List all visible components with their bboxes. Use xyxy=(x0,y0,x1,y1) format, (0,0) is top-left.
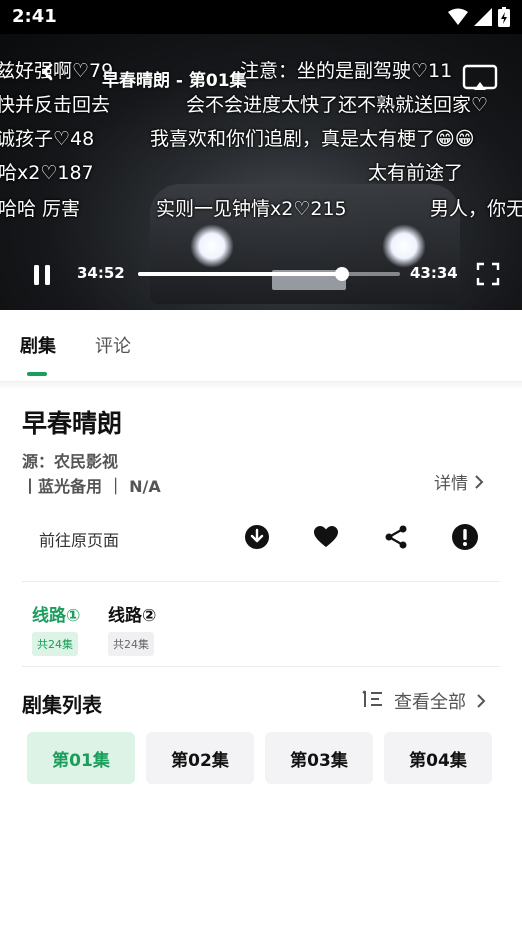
detail-link[interactable]: 详情 xyxy=(434,469,484,494)
download-icon[interactable] xyxy=(242,522,272,552)
route-episode-count: 共24集 xyxy=(32,632,78,656)
status-time: 2:41 xyxy=(12,6,57,27)
route-option-1[interactable]: 线路① 共24集 xyxy=(32,601,80,656)
route-name: 线路② xyxy=(108,606,157,626)
danmaku-comment: 太有前途了 xyxy=(368,162,464,184)
report-icon[interactable] xyxy=(450,522,480,552)
action-row: 前往原页面 xyxy=(0,512,522,562)
danmaku-comment: 实则一见钟情x2♡215 xyxy=(156,198,347,220)
progress-thumb[interactable] xyxy=(335,267,350,281)
episode-button[interactable]: 第03集 xyxy=(265,732,373,784)
pause-icon[interactable] xyxy=(32,264,52,290)
sort-order-icon[interactable] xyxy=(362,689,384,714)
battery-icon xyxy=(498,7,510,27)
danmaku-comment: 快并反击回去 xyxy=(0,94,111,116)
chevron-right-icon xyxy=(475,474,484,489)
route-option-2[interactable]: 线路② 共24集 xyxy=(108,601,156,656)
episode-list-title: 剧集列表 xyxy=(22,693,102,717)
current-time: 34:52 xyxy=(77,264,125,282)
divider xyxy=(22,581,500,582)
danmaku-comment: 哈x2♡187 xyxy=(0,162,94,184)
wifi-icon xyxy=(448,8,468,25)
tab-comments[interactable]: 评论 xyxy=(95,332,131,358)
drama-title: 早春晴朗 xyxy=(22,409,123,438)
heart-icon[interactable] xyxy=(311,522,341,552)
drama-source: 源：农民影视 xyxy=(22,452,119,471)
danmaku-comment: 我喜欢和你们追剧，真是太有梗了😁😁 xyxy=(150,128,475,150)
progress-fill xyxy=(138,272,343,276)
progress-slider[interactable] xyxy=(138,267,400,281)
back-icon[interactable] xyxy=(38,62,58,86)
tab-episodes[interactable]: 剧集 xyxy=(20,332,56,358)
episode-button[interactable]: 第04集 xyxy=(384,732,492,784)
status-icons xyxy=(448,7,510,27)
danmaku-comment: 会不会进度太快了还不熟就送回家♡ xyxy=(186,94,489,116)
divider xyxy=(22,666,500,667)
danmaku-comment: 诚孩子♡48 xyxy=(0,128,95,150)
chevron-right-icon xyxy=(477,694,486,708)
view-all-link[interactable]: 查看全部 xyxy=(394,688,466,714)
total-time: 43:34 xyxy=(410,264,458,282)
danmaku-comment: 男人，你无 xyxy=(430,198,522,220)
signal-icon xyxy=(474,8,492,26)
tab-bar: 剧集 评论 xyxy=(0,310,522,382)
fullscreen-icon[interactable] xyxy=(476,262,500,290)
episode-button[interactable]: 第01集 xyxy=(27,732,135,784)
video-player[interactable]: 兹好强啊♡79 注意：坐的是副驾驶♡11 快并反击回去 会不会进度太快了还不熟就送回家… xyxy=(0,34,522,310)
player-title: 早春晴朗 - 第01集 xyxy=(102,71,247,91)
episode-button[interactable]: 第02集 xyxy=(146,732,254,784)
episode-list-controls: 查看全部 xyxy=(362,688,486,714)
share-icon[interactable] xyxy=(381,522,411,552)
player-controls: 34:52 43:34 xyxy=(0,254,522,294)
status-bar: 2:41 xyxy=(0,0,522,34)
episode-grid: 第01集 第02集 第03集 第04集 xyxy=(27,732,492,784)
drama-lines: 丨蓝光备用 ｜ N/A xyxy=(22,477,161,496)
divider-shadow xyxy=(0,382,522,390)
route-episode-count: 共24集 xyxy=(108,632,154,656)
detail-label: 详情 xyxy=(434,474,468,494)
tab-indicator xyxy=(27,372,47,376)
cast-icon[interactable] xyxy=(462,64,498,96)
route-name: 线路① xyxy=(32,606,81,626)
danmaku-comment: 哈哈 厉害 xyxy=(0,198,81,220)
goto-original-link[interactable]: 前往原页面 xyxy=(39,527,119,551)
player-top-bar: 早春晴朗 - 第01集 xyxy=(0,34,522,91)
